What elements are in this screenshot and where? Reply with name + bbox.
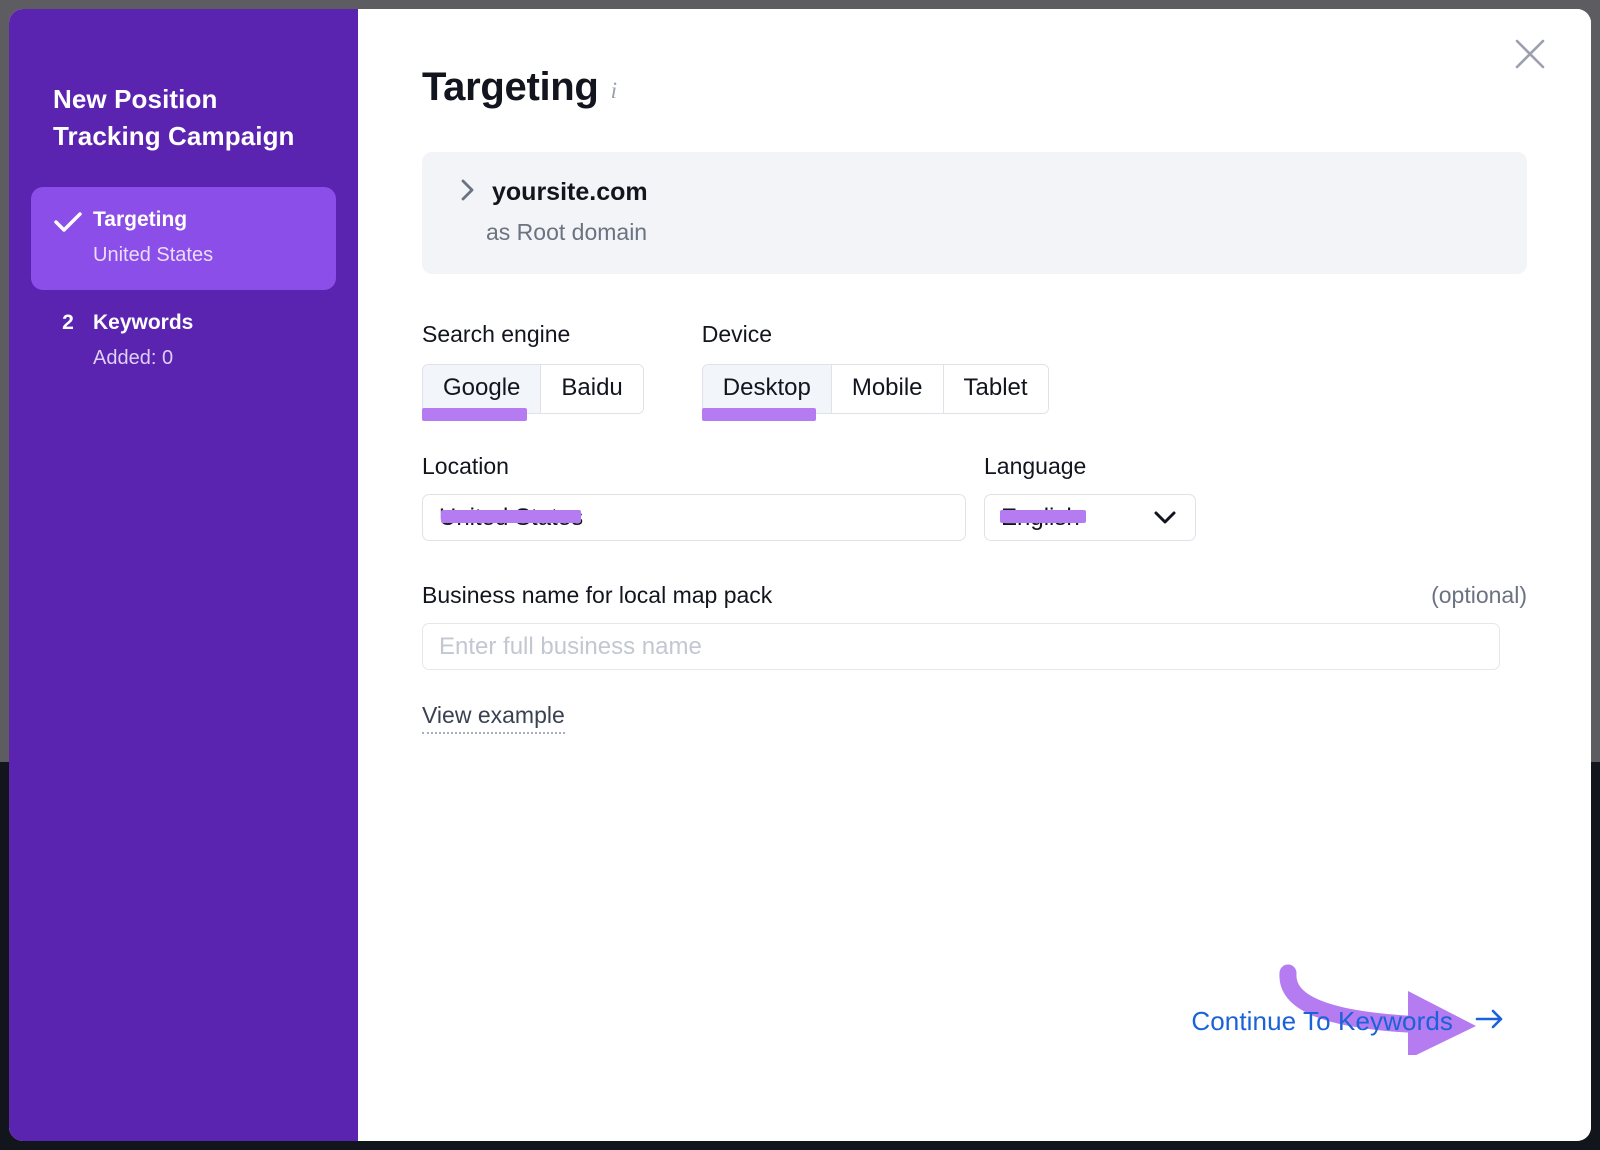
sidebar-step-targeting-sub: United States (93, 243, 214, 266)
search-engine-segmented: Google Baidu (422, 364, 644, 421)
annotation-highlight-device (701, 408, 816, 421)
close-icon[interactable] (1507, 31, 1553, 77)
sidebar-step-keywords-label: Keywords (93, 310, 194, 334)
business-name-input[interactable] (422, 623, 1500, 670)
device-option-mobile[interactable]: Mobile (831, 365, 944, 413)
step-check-icon (39, 205, 93, 233)
business-name-optional-tag: (optional) (1431, 582, 1527, 608)
sidebar-step-keywords[interactable]: 2 Keywords Added: 0 (31, 290, 336, 393)
chevron-right-icon[interactable] (460, 178, 476, 207)
annotation-highlight-language (1000, 510, 1086, 523)
domain-name: yoursite.com (492, 178, 648, 206)
page-title: Targeting (422, 65, 599, 109)
arrow-right-icon (1475, 1008, 1505, 1035)
device-option-tablet[interactable]: Tablet (943, 365, 1048, 413)
step-number: 2 (62, 310, 74, 334)
language-group: Language English (984, 452, 1196, 541)
language-label: Language (984, 453, 1087, 479)
chevron-down-icon[interactable] (1153, 510, 1177, 531)
targeting-panel: Targeting i yoursite.com as Root domain … (358, 9, 1591, 1141)
device-segmented: Desktop Mobile Tablet (701, 364, 1049, 421)
search-engine-label: Search engine (422, 321, 571, 347)
location-language-row: Location Language English (358, 414, 1591, 541)
new-position-tracking-campaign-modal: New Position Tracking Campaign Targeting… (9, 9, 1591, 1141)
view-example-link[interactable]: View example (422, 702, 565, 734)
page-title-row: Targeting i (358, 65, 1591, 110)
annotation-highlight-location (441, 510, 581, 523)
business-name-row: Business name for local map pack (option… (358, 541, 1591, 609)
search-engine-option-baidu[interactable]: Baidu (541, 365, 643, 413)
search-engine-option-google[interactable]: Google (423, 365, 542, 413)
continue-to-keywords-label: Continue To Keywords (1191, 1006, 1453, 1036)
device-group: Device Desktop Mobile Tablet (701, 320, 1049, 421)
engine-device-row: Search engine Google Baidu Device Deskto… (358, 274, 1591, 421)
wizard-sidebar: New Position Tracking Campaign Targeting… (9, 9, 358, 1141)
location-label: Location (422, 453, 509, 479)
business-name-label: Business name for local map pack (422, 582, 773, 608)
domain-card[interactable]: yoursite.com as Root domain (422, 152, 1527, 274)
sidebar-step-keywords-sub: Added: 0 (93, 346, 174, 369)
info-icon[interactable]: i (611, 78, 617, 104)
device-option-desktop[interactable]: Desktop (702, 365, 832, 413)
continue-to-keywords-button[interactable]: Continue To Keywords (1191, 1006, 1505, 1037)
sidebar-step-targeting-label: Targeting (93, 207, 188, 231)
location-group: Location (422, 452, 966, 541)
domain-row[interactable]: yoursite.com (422, 178, 1527, 207)
domain-scope: as Root domain (486, 219, 648, 245)
campaign-title: New Position Tracking Campaign (53, 84, 295, 151)
device-label: Device (701, 321, 773, 347)
search-engine-group: Search engine Google Baidu (422, 320, 644, 421)
sidebar-step-targeting[interactable]: Targeting United States (31, 186, 336, 290)
annotation-highlight-search-engine (422, 408, 527, 421)
